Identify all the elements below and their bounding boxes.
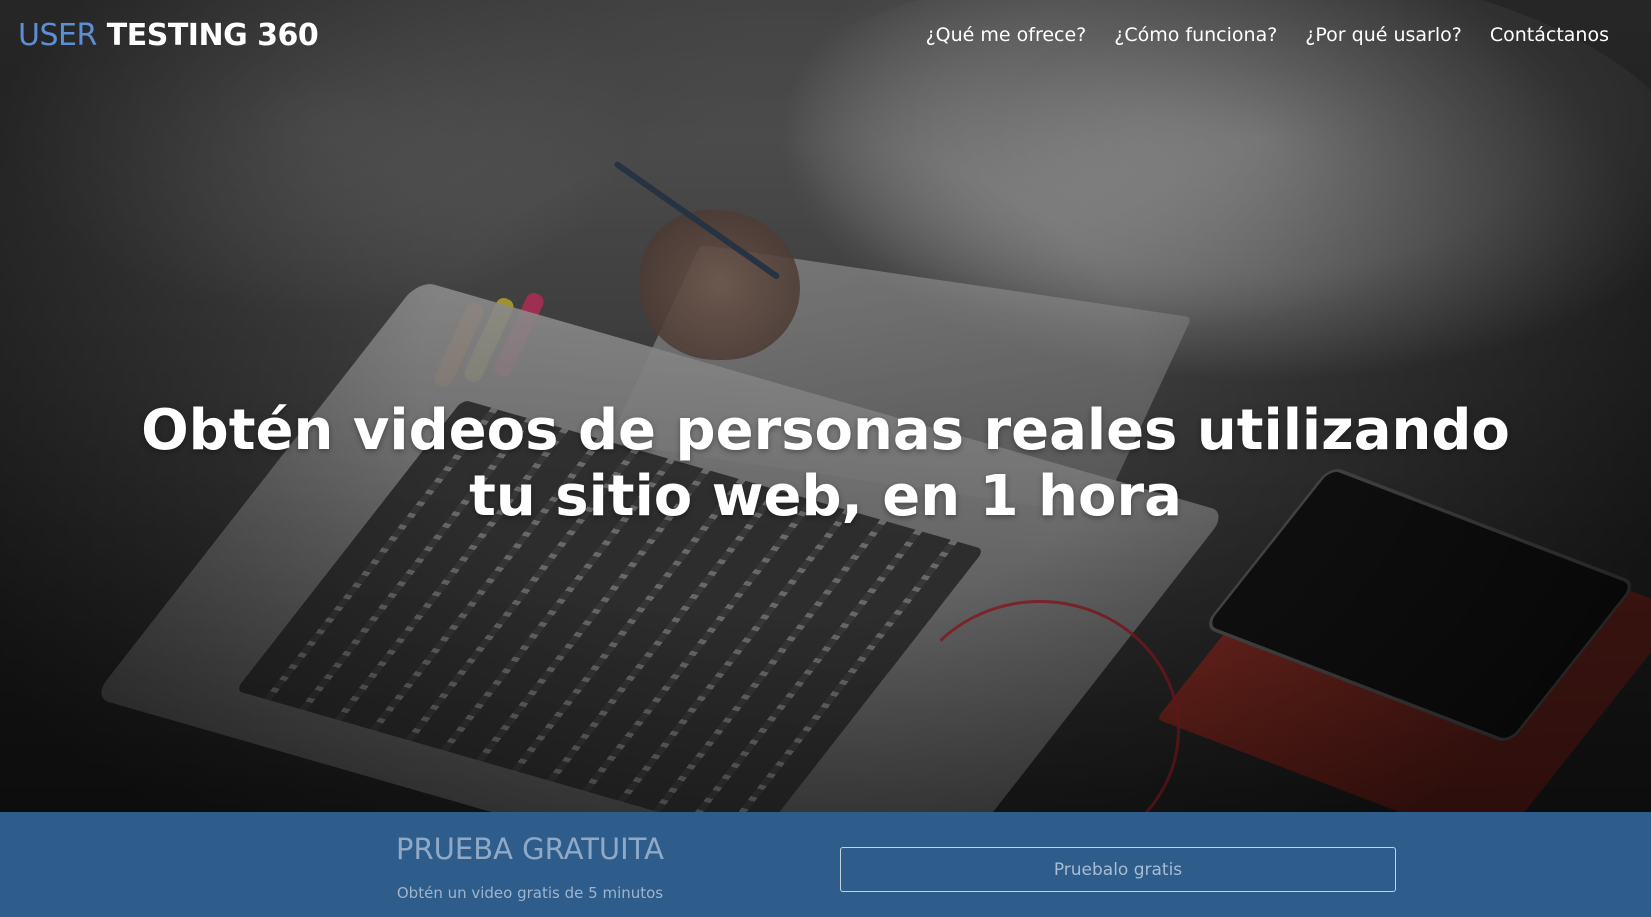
brand-logo[interactable]: USER TESTING 360: [18, 17, 319, 53]
free-trial-subtitle: Obtén un video gratis de 5 minutos: [396, 884, 664, 902]
nav-link-que-me-ofrece[interactable]: ¿Qué me ofrece?: [926, 24, 1087, 46]
brand-logo-part1: USER: [18, 17, 97, 53]
brand-logo-part2: TESTING 360: [106, 17, 319, 53]
nav-link-contactanos[interactable]: Contáctanos: [1490, 24, 1609, 46]
free-trial-title: PRUEBA GRATUITA: [396, 832, 664, 866]
nav-link-como-funciona[interactable]: ¿Cómo funciona?: [1114, 24, 1277, 46]
hero-headline-line1: Obtén videos de personas reales utilizan…: [141, 398, 1510, 463]
main-nav: ¿Qué me ofrece? ¿Cómo funciona? ¿Por qué…: [926, 24, 1609, 46]
hero-headline: Obtén videos de personas reales utilizan…: [0, 398, 1651, 530]
hero-headline-line2: tu sitio web, en 1 hora: [469, 464, 1182, 529]
top-navbar: USER TESTING 360 ¿Qué me ofrece? ¿Cómo f…: [0, 0, 1651, 70]
try-free-button[interactable]: Pruebalo gratis: [840, 847, 1396, 892]
nav-link-por-que-usarlo[interactable]: ¿Por qué usarlo?: [1305, 24, 1462, 46]
free-trial-strip: PRUEBA GRATUITA Obtén un video gratis de…: [0, 812, 1651, 917]
